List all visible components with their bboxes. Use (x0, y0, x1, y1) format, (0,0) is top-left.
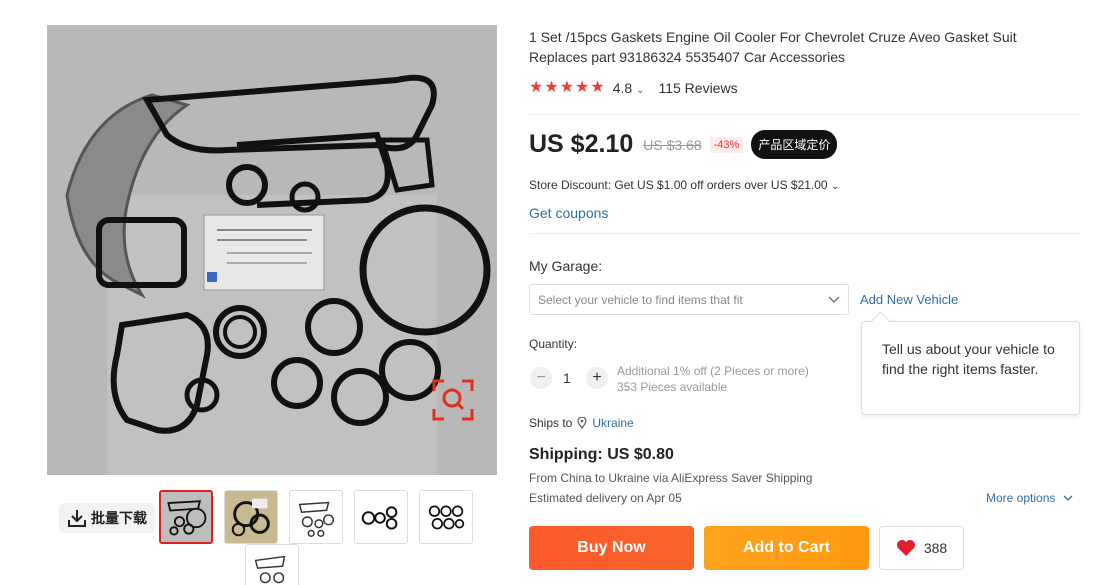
thumbnail-image (290, 491, 342, 543)
garage-label: My Garage: (529, 258, 603, 274)
quantity-label: Quantity: (529, 337, 578, 351)
thumbnail-1[interactable] (159, 490, 213, 544)
thumbnail-image (420, 491, 472, 543)
divider (529, 233, 1080, 234)
estimated-delivery: Estimated delivery on Apr 05 (529, 491, 682, 505)
store-discount[interactable]: Store Discount: Get US $1.00 off orders … (529, 178, 839, 192)
thumbnail-4[interactable] (354, 490, 408, 544)
bulk-discount-note: Additional 1% off (2 Pieces or more) (617, 364, 809, 378)
vehicle-select-placeholder: Select your vehicle to find items that f… (538, 292, 743, 307)
camera-search-icon (432, 379, 474, 421)
reviews-link[interactable]: 115 Reviews (658, 80, 737, 96)
store-discount-text: Store Discount: Get US $1.00 off orders … (529, 178, 828, 192)
star-rating: ★ ★ ★ ★ ★ (529, 80, 605, 96)
thumbnail-image (161, 492, 211, 542)
chevron-down-icon: ⌄ (830, 181, 840, 192)
stock-available: 353 Pieces available (617, 380, 728, 394)
thumbnail-5[interactable] (419, 490, 473, 544)
shipping-cost: Shipping: US $0.80 (529, 446, 674, 463)
product-title: 1 Set /15pcs Gaskets Engine Oil Cooler F… (529, 29, 1017, 65)
heart-icon (896, 540, 915, 556)
discount-badge: -43% (709, 136, 744, 153)
thumbnail-3[interactable] (289, 490, 343, 544)
buy-now-button[interactable]: Buy Now (529, 526, 694, 570)
more-shipping-options[interactable]: More options (986, 491, 1073, 505)
rating-row: ★ ★ ★ ★ ★ 4.8 ⌄ 115 Reviews (529, 80, 738, 97)
get-coupons-link[interactable]: Get coupons (529, 205, 608, 221)
quantity-value[interactable]: 1 (563, 370, 571, 386)
location-pin-icon (577, 417, 587, 429)
shipping-route: From China to Ukraine via AliExpress Sav… (529, 471, 813, 485)
vehicle-tooltip: Tell us about your vehicle to find the r… (861, 321, 1080, 415)
quantity-increase-button[interactable]: + (586, 367, 608, 389)
batch-download-label: 批量下载 (91, 510, 147, 526)
thumbnail-image (246, 545, 298, 585)
star-icon: ★ (590, 79, 605, 96)
wishlist-count: 388 (923, 540, 948, 556)
star-icon: ★ (529, 79, 544, 96)
add-to-cart-button[interactable]: Add to Cart (704, 526, 869, 570)
download-icon (68, 510, 86, 527)
thumbnail-image (225, 491, 277, 543)
star-icon: ★ (559, 79, 575, 96)
quantity-decrease-button[interactable]: − (530, 367, 552, 389)
ships-to: Ships to Ukraine (529, 416, 634, 430)
price-row: US $2.10 US $3.68 -43% 产品区域定价 (529, 130, 838, 159)
ship-country-link[interactable]: Ukraine (592, 416, 633, 430)
main-product-image[interactable] (47, 25, 497, 475)
batch-download-button[interactable]: 批量下载 (59, 503, 155, 533)
star-icon: ★ (575, 79, 590, 96)
thumbnail-image (355, 491, 407, 543)
chevron-down-icon (1063, 495, 1073, 501)
region-pricing-badge: 产品区域定价 (751, 130, 838, 159)
image-search-button[interactable] (430, 377, 476, 423)
add-new-vehicle-link[interactable]: Add New Vehicle (860, 292, 958, 307)
original-price: US $3.68 (643, 136, 702, 153)
chevron-down-icon (828, 295, 840, 303)
wishlist-button[interactable]: 388 (879, 526, 964, 570)
chevron-down-icon: ⌄ (636, 85, 645, 96)
rating-number: 4.8 (612, 80, 633, 96)
star-icon: ★ (544, 79, 559, 96)
rating-value[interactable]: 4.8 ⌄ (613, 80, 645, 96)
thumbnail-2[interactable] (224, 490, 278, 544)
ships-to-label: Ships to (529, 416, 573, 430)
current-price: US $2.10 (529, 130, 634, 158)
product-page: 批量下载 1 Set /15pcs Gaskets Engine Oil Coo… (0, 0, 1104, 585)
more-options-label: More options (986, 491, 1056, 505)
vehicle-select[interactable]: Select your vehicle to find items that f… (529, 284, 849, 315)
divider (529, 114, 1080, 115)
quantity-note: Additional 1% off (2 Pieces or more) 353… (617, 363, 809, 395)
thumbnail-6[interactable] (245, 544, 299, 585)
